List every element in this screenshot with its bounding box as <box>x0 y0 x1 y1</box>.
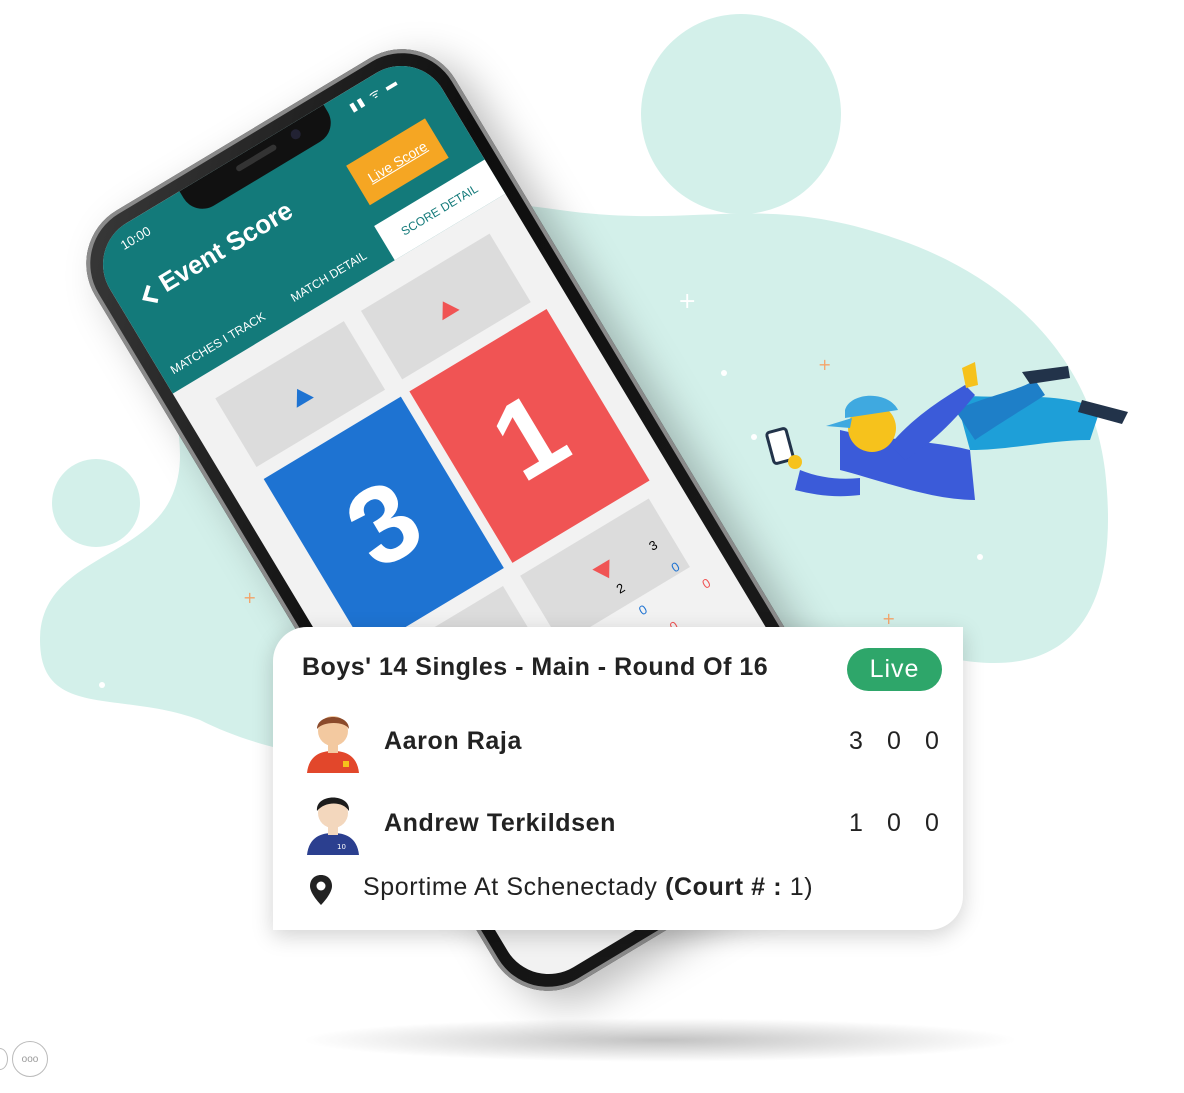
more-options-icon[interactable]: ooo <box>12 1041 48 1077</box>
svg-text:+: + <box>243 588 256 607</box>
svg-text:+: + <box>818 355 831 374</box>
player-scores: 3 0 0 <box>847 727 941 756</box>
court-number: 1) <box>789 873 814 901</box>
status-time: 10:00 <box>117 223 154 253</box>
player-avatar-icon <box>307 716 359 773</box>
location-pin-icon <box>310 875 332 905</box>
live-status-badge: Live <box>847 648 942 691</box>
camera <box>288 127 303 142</box>
background-circle-small <box>52 459 140 547</box>
set-score: 0 <box>887 809 901 837</box>
set-score: 0 <box>925 809 939 837</box>
player-row: Aaron Raja 3 0 0 <box>273 707 963 777</box>
set-score: 3 <box>849 727 863 755</box>
match-card[interactable]: Boys' 14 Singles - Main - Round Of 16 Li… <box>273 627 963 930</box>
player-row: 10 Andrew Terkildsen 1 0 0 <box>273 789 963 859</box>
set-score: 0 <box>635 601 650 619</box>
match-title: Boys' 14 Singles - Main - Round Of 16 <box>302 653 769 681</box>
svg-text:+: + <box>118 770 138 798</box>
back-arrow-icon[interactable] <box>134 280 164 311</box>
svg-text:10: 10 <box>337 843 346 851</box>
background-circle-large <box>641 14 841 214</box>
svg-text:+: + <box>882 609 895 628</box>
player-scores: 1 0 0 <box>847 809 941 838</box>
venue-text: Sportime At Schenectady (Court # : 1) <box>363 873 813 902</box>
set-score: 0 <box>925 727 939 755</box>
venue-name: Sportime At Schenectady <box>363 873 658 901</box>
svg-text:+: + <box>678 289 696 314</box>
set-score: 1 <box>849 809 863 837</box>
set-score: 0 <box>887 727 901 755</box>
player-name: Aaron Raja <box>384 727 522 755</box>
set-score: 0 <box>699 575 714 592</box>
status-icons: ▮▮ ᯤ ▬ <box>346 74 401 115</box>
phone-shadow <box>300 1018 1020 1062</box>
speaker <box>235 143 278 173</box>
player-avatar-icon: 10 <box>307 797 359 855</box>
player-name: Andrew Terkildsen <box>384 809 617 837</box>
court-label: (Court # : <box>665 873 783 901</box>
